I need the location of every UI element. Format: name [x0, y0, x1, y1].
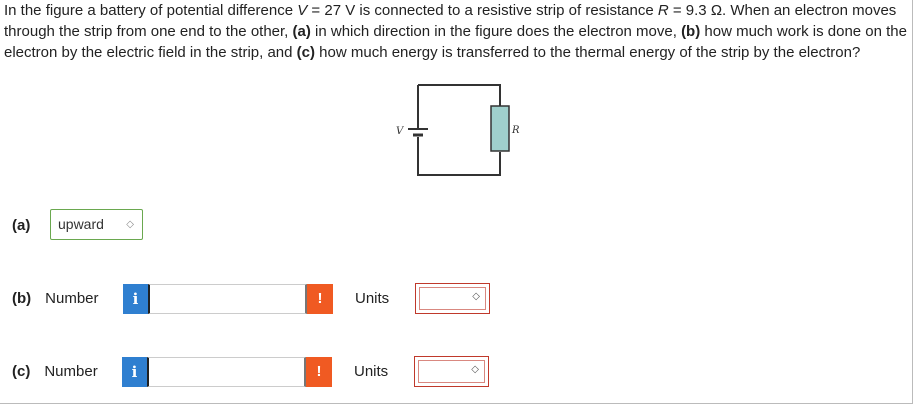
exclamation-icon[interactable]: ! [306, 357, 332, 387]
chevron-updown-icon: ◇ [472, 291, 480, 302]
part-b-number-text: Number [45, 290, 99, 307]
part-a-label: (a) [12, 217, 31, 234]
resistor-strip [490, 105, 510, 152]
battery-label: V [396, 126, 405, 137]
part-c-number-text: Number [44, 363, 98, 380]
part-c-units-select[interactable]: ◇ [414, 356, 489, 387]
part-b-label: (b) Number [12, 290, 99, 307]
part-c-units-label: Units [354, 363, 389, 380]
part-b-units-select[interactable]: ◇ [415, 283, 490, 314]
question-text: In the figure a battery of potential dif… [4, 2, 907, 61]
info-icon[interactable]: i [123, 284, 148, 314]
direction-select[interactable]: upward ◇ [50, 209, 143, 240]
circuit-wire [417, 84, 501, 176]
part-c-label: (c) Number [12, 363, 98, 380]
circuit-figure: V R [396, 84, 520, 176]
info-icon[interactable]: i [122, 357, 147, 387]
part-b-units-label: Units [355, 290, 390, 307]
direction-select-value: upward [58, 216, 104, 232]
r-symbol: R [657, 2, 669, 19]
part-c-number-input[interactable] [147, 357, 306, 387]
chevron-updown-icon: ◇ [471, 364, 479, 375]
resistor-label: R [511, 125, 520, 136]
v-symbol: V [297, 2, 308, 19]
part-b-number-input[interactable] [148, 284, 307, 314]
exclamation-icon[interactable]: ! [307, 284, 333, 314]
chevron-updown-icon: ◇ [126, 219, 134, 230]
